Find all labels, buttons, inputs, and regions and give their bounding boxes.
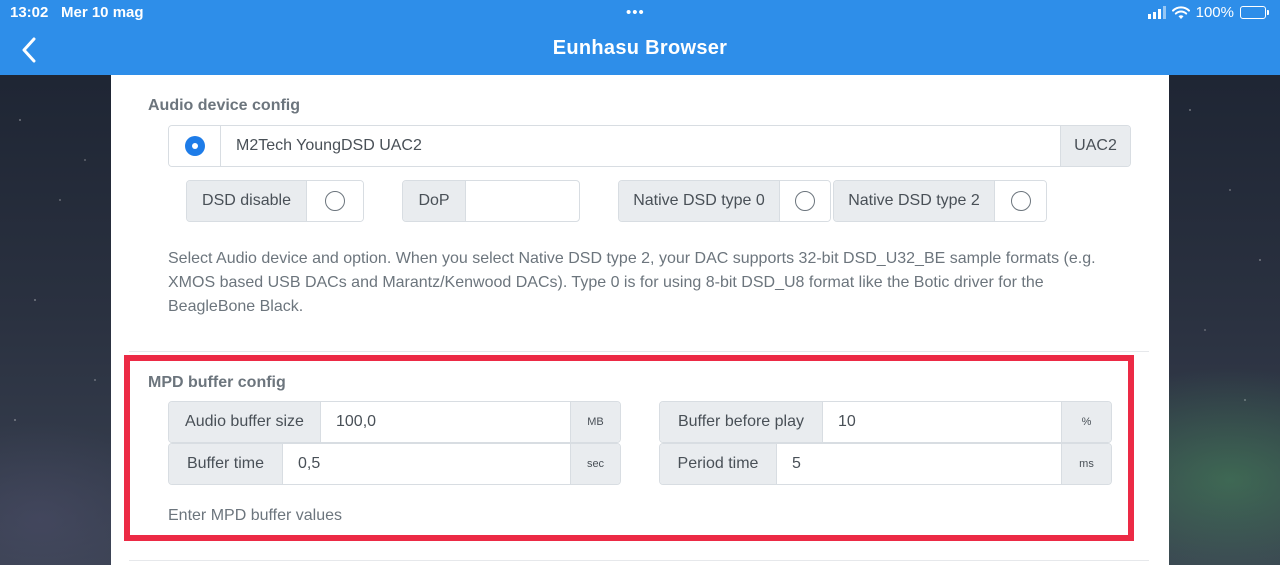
battery-icon [1240,6,1269,19]
help-line: BeagleBone Black. [168,298,304,315]
period-time-unit: ms [1062,444,1111,484]
option-label: DSD disable [187,181,306,221]
device-radio[interactable] [184,136,205,156]
wifi-icon [1171,5,1190,19]
period-time-group[interactable]: Period time 5 ms [659,443,1112,485]
audio-buffer-size-input[interactable]: 100,0 [320,402,571,442]
option-radio-cell[interactable] [306,181,363,221]
audio-buffer-size-unit: MB [571,402,620,442]
device-tag: UAC2 [1061,126,1130,166]
top-bar: 13:02 Mer 10 mag ••• 100% Eunhasu Browse… [0,0,1280,75]
battery-percent: 100% [1195,4,1234,21]
buffer-time-input[interactable]: 0,5 [282,444,571,484]
status-time: 13:02 [10,4,49,21]
device-name-field[interactable]: M2Tech YoungDSD UAC2 [220,126,1061,166]
multitasking-dots[interactable]: ••• [626,4,645,21]
config-panel: Audio device config M2Tech YoungDSD UAC2… [111,75,1169,565]
option-label: DoP [403,181,465,221]
buffer-before-play-unit: % [1062,402,1111,442]
page-title: Eunhasu Browser [552,37,728,59]
option-radio-cell[interactable] [779,181,830,221]
buffer-time-unit: sec [571,444,620,484]
option-radio-cell[interactable] [465,181,507,221]
period-time-label: Period time [660,444,776,484]
device-radio-cell[interactable] [169,126,220,166]
mpd-buffer-title: MPD buffer config [148,374,286,391]
buffer-time-label: Buffer time [169,444,282,484]
audio-device-title: Audio device config [148,97,301,114]
period-time-input[interactable]: 5 [776,444,1062,484]
mpd-buffer-help: Enter MPD buffer values [168,507,343,524]
section-divider [129,351,1149,352]
help-line: XMOS based USB DACs and Marantz/Kenwood … [168,274,1044,291]
audio-buffer-size-label: Audio buffer size [169,402,320,442]
option-label: Native DSD type 0 [619,181,779,221]
audio-buffer-size-group[interactable]: Audio buffer size 100,0 MB [168,401,621,443]
audio-device-select[interactable]: M2Tech YoungDSD UAC2 UAC2 [168,125,1131,167]
buffer-before-play-group[interactable]: Buffer before play 10 % [659,401,1112,443]
native-dsd-2-radio[interactable] [1010,191,1031,211]
option-radio-cell[interactable] [994,181,1046,221]
option-dsd-disable[interactable]: DSD disable [186,180,364,222]
help-line: Select Audio device and option. When you… [168,250,1096,267]
buffer-time-group[interactable]: Buffer time 0,5 sec [168,443,621,485]
status-bar: 13:02 Mer 10 mag ••• 100% [0,0,1280,26]
section-divider [129,560,1149,561]
option-dop[interactable]: DoP [402,180,580,222]
option-native-dsd-0[interactable]: Native DSD type 0 [618,180,831,222]
buffer-before-play-label: Buffer before play [660,402,822,442]
dsd-disable-radio[interactable] [325,191,345,211]
buffer-before-play-input[interactable]: 10 [822,402,1062,442]
option-label: Native DSD type 2 [834,181,994,221]
status-right: 100% [1147,4,1269,21]
option-native-dsd-2[interactable]: Native DSD type 2 [833,180,1047,222]
audio-device-help: Select Audio device and option. When you… [168,247,1128,319]
status-date: Mer 10 mag [61,4,144,21]
signal-icon [1147,6,1166,19]
native-dsd-0-radio[interactable] [795,191,815,211]
